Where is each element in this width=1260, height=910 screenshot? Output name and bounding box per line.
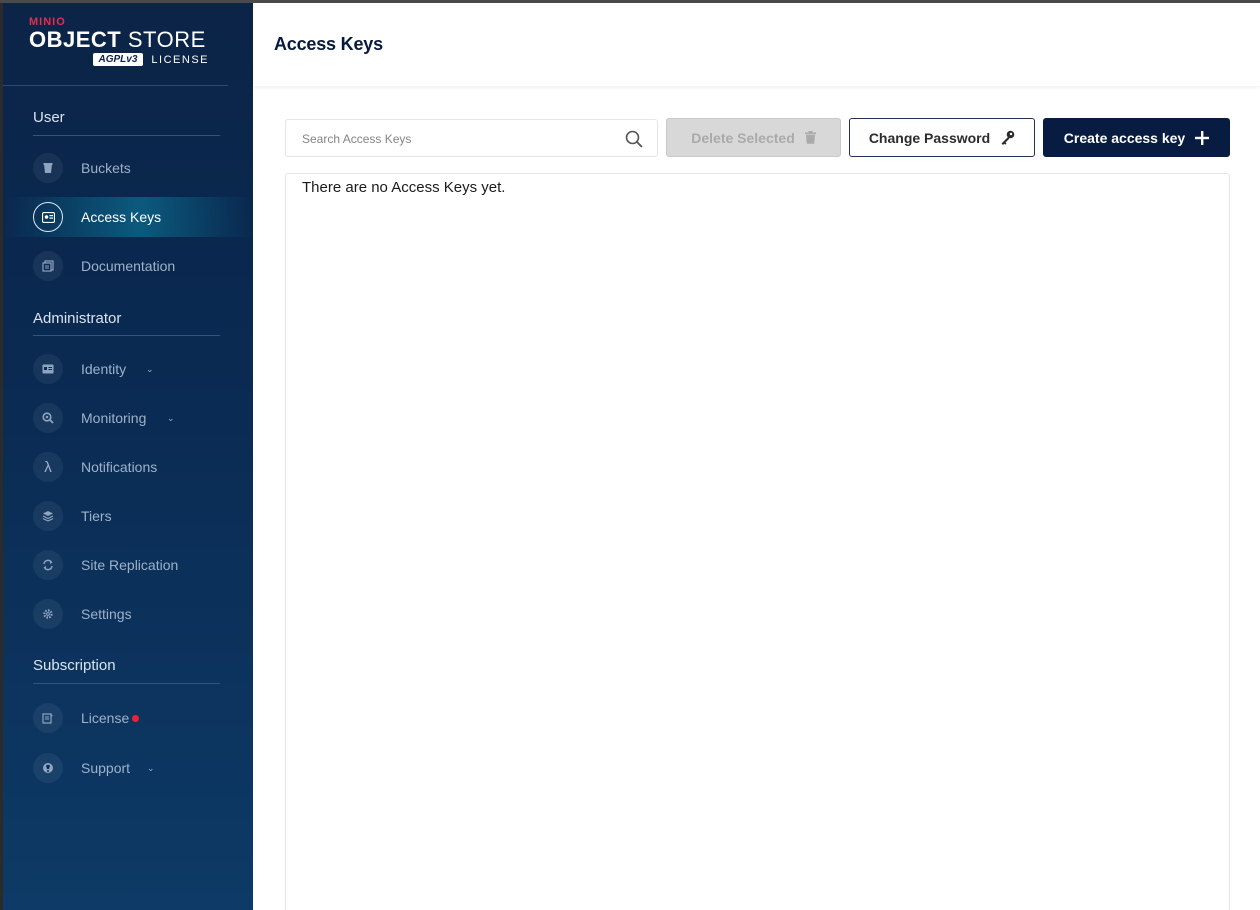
brand-product: OBJECT STORE [29,27,206,52]
sidebar-item-label: Settings [81,606,132,622]
search-icon[interactable] [624,129,644,149]
sidebar-item-access-keys[interactable]: Access Keys [3,197,253,237]
brand-license: LICENSE [151,53,209,66]
search-box [285,119,658,157]
window-top-border [0,0,1260,3]
layers-icon [33,501,63,531]
monitoring-icon [33,403,63,433]
sidebar-item-label: Support [81,760,131,776]
section-divider-administrator [33,335,220,336]
sidebar-item-monitoring[interactable]: Monitoring ⌄ [3,398,253,438]
sidebar-item-buckets[interactable]: Buckets [3,148,253,188]
trash-icon [804,131,816,144]
agpl-badge: AGPLv3 [92,53,144,66]
sidebar-item-label: Identity [81,361,127,377]
license-alert-dot [132,714,139,722]
section-divider-subscription [33,683,220,684]
create-access-key-label: Create access key [1063,129,1186,146]
replication-icon [33,550,63,580]
create-access-key-button[interactable]: Create access key [1043,118,1230,157]
sidebar: MINIO OBJECT STORE AGPLv3 LICENSE User B… [3,3,253,910]
sidebar-item-site-replication[interactable]: Site Replication [3,545,253,585]
empty-state-message: There are no Access Keys yet. [302,179,506,196]
access-keys-table: There are no Access Keys yet. [285,173,1230,910]
search-input[interactable] [302,129,612,149]
identity-icon [33,354,63,384]
gear-icon [33,599,63,629]
brand-divider [3,85,228,86]
sidebar-item-label: Tiers [81,508,112,524]
sidebar-item-documentation[interactable]: Documentation [3,246,253,286]
page-header: Access Keys [253,3,1260,86]
page-title: Access Keys [274,34,383,54]
sidebar-item-identity[interactable]: Identity ⌄ [3,349,253,389]
sidebar-item-label: Documentation [81,258,176,274]
sidebar-item-tiers[interactable]: Tiers [3,496,253,536]
key-icon [1000,130,1015,145]
support-icon [33,753,63,783]
brand-license-row: AGPLv3 LICENSE [29,53,209,66]
sidebar-item-label: Monitoring [81,410,147,426]
delete-selected-button[interactable]: Delete Selected [666,118,841,157]
chevron-down-icon[interactable]: ⌄ [147,763,155,774]
plus-icon [1195,130,1210,145]
access-key-icon [33,202,63,232]
brand-logo[interactable]: MINIO OBJECT STORE AGPLv3 LICENSE [29,17,229,77]
section-title-subscription: Subscription [33,657,116,674]
sidebar-item-label: License [81,710,130,726]
sidebar-item-label: Access Keys [81,209,162,225]
sidebar-item-label: Buckets [81,160,131,176]
change-password-label: Change Password [868,129,991,146]
lambda-icon: λ [33,452,63,482]
sidebar-item-notifications[interactable]: λ Notifications [3,447,253,487]
license-icon [33,703,63,733]
section-divider-user [33,135,220,136]
window-left-border [0,0,3,910]
section-title-user: User [33,109,65,126]
sidebar-item-settings[interactable]: Settings [3,594,253,634]
section-title-administrator: Administrator [33,310,122,327]
chevron-down-icon[interactable]: ⌄ [167,413,175,424]
change-password-button[interactable]: Change Password [849,118,1035,157]
delete-selected-label: Delete Selected [691,129,795,146]
sidebar-item-support[interactable]: Support ⌄ [3,748,253,788]
sidebar-item-label: Site Replication [81,557,179,573]
bucket-icon [33,153,63,183]
chevron-down-icon[interactable]: ⌄ [146,364,154,375]
document-icon [33,251,63,281]
sidebar-item-license[interactable]: License [3,698,253,738]
sidebar-item-label: Notifications [81,459,158,475]
